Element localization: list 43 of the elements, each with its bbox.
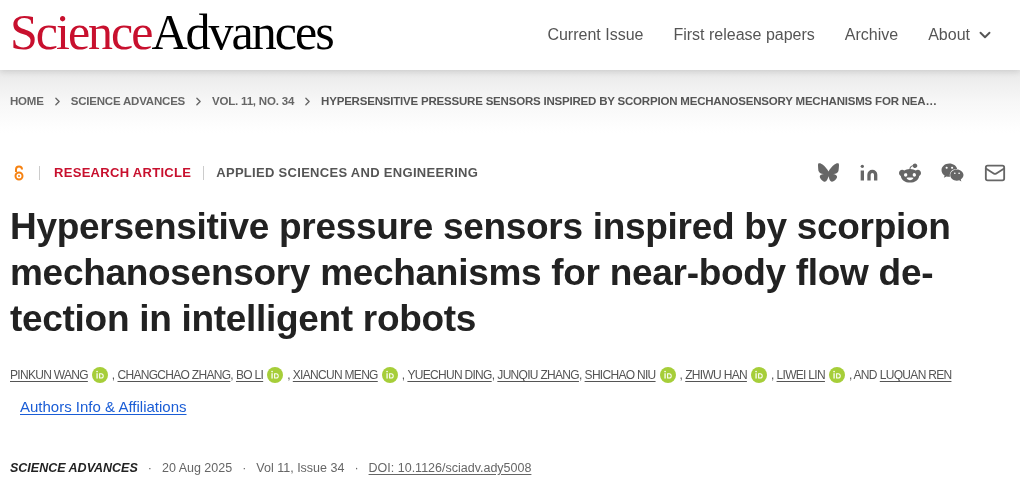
author-separator: , [230,367,233,384]
nav-link[interactable]: About [928,23,970,47]
nav-link[interactable]: Archive [844,23,899,47]
author-link[interactable]: LUQUAN REN [879,366,952,384]
article-title: Hypersensitive pressure sensors inspired by scorpion mechanosensory mechanisms for near-body flow de-tection in intelligent robots [9,205,952,341]
author-separator: , [578,367,582,384]
author-link[interactable]: ZHIWU HAN [685,366,747,384]
separator-dot: · [242,459,247,477]
author-separator: , [401,367,405,384]
author-separator: , [770,367,774,384]
author-link[interactable]: YUECHUN DING [407,366,492,384]
linkedin-icon[interactable] [859,162,879,183]
volume-issue: Vol 11, Issue 34 [256,459,345,477]
article-type: RESEARCH ARTICLE [54,163,192,182]
author-separator: , [491,367,495,384]
butterfly-icon[interactable] [818,162,839,183]
journal-name: SCIENCE ADVANCES [10,459,138,477]
publication-date: 20 Aug 2025 [161,459,233,477]
separator-dot: · [147,459,152,477]
nav-link[interactable]: First release papers [673,23,815,47]
separator-dot: · [354,459,359,477]
open-access-icon [13,164,25,181]
breadcrumb-link[interactable]: VOL. 11, NO. 34 [212,92,295,111]
author-separator: , [287,367,290,384]
author-separator: , AND [848,367,877,384]
breadcrumb-link[interactable]: SCIENCE ADVANCES [70,92,186,111]
journal-logo[interactable]: ScienceAdvances [10,7,333,63]
author-link[interactable]: LIWEI LIN [776,366,825,384]
author-link[interactable]: BO LI [236,366,264,384]
author-link[interactable]: PINKUN WANG [10,366,88,384]
reddit-icon[interactable] [899,161,921,184]
author-separator: , [679,367,683,384]
author-separator: , [111,367,115,384]
breadcrumb-link[interactable]: HOME [10,92,44,111]
wechat-icon[interactable] [941,161,964,184]
author-link[interactable]: JUNQIU ZHANG [497,366,579,384]
doi-link[interactable]: DOI: 10.1126/sciadv.ady5008 [368,458,532,478]
breadcrumb-link[interactable]: HYPERSENSITIVE PRESSURE SENSORS INSPIRED BY SCORPION MECHANOSENSORY MECHANISMS FOR NEA… [321,92,937,111]
affiliations-link[interactable]: Authors Info & Affiliations [20,396,187,419]
author-link[interactable]: SHICHAO NIU [584,366,656,384]
nav-link[interactable]: Current Issue [547,23,644,47]
author-link[interactable]: XIANCUN MENG [292,366,378,384]
subject-link[interactable]: APPLIED SCIENCES AND ENGINEERING [216,162,479,183]
